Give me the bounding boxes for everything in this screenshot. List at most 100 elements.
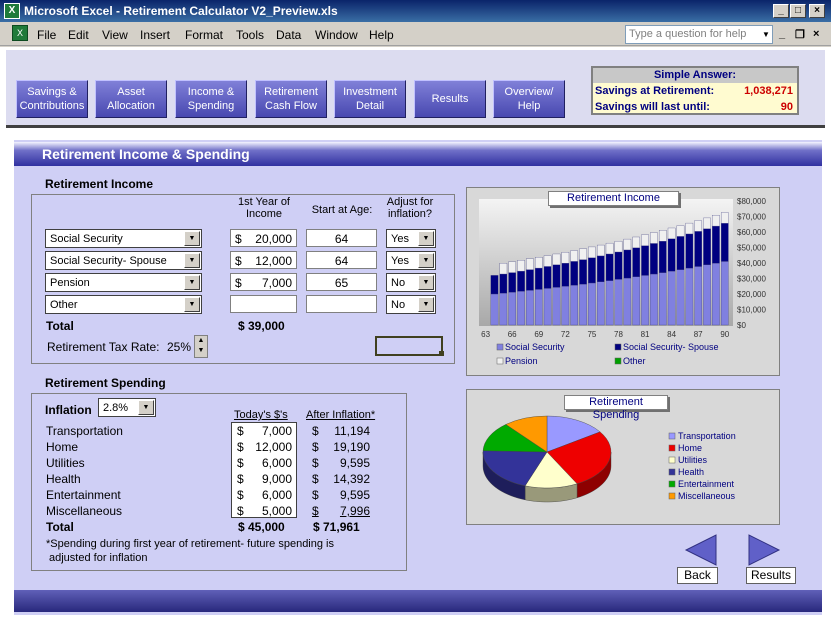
chevron-down-icon[interactable]: ▼ — [184, 275, 200, 290]
tax-rate-label: Retirement Tax Rate: — [47, 340, 160, 354]
chevron-down-icon[interactable]: ▼ — [418, 253, 434, 268]
income-source-select-2[interactable]: Social Security- Spouse — [45, 251, 202, 270]
income-source-select-1[interactable]: Social Security — [45, 229, 202, 248]
doc-close-button[interactable]: × — [813, 28, 819, 40]
income-age-3[interactable]: 65 — [306, 273, 377, 291]
bar-social-security-71 — [552, 287, 561, 326]
nav-investment-detail-button[interactable]: Investment Detail — [334, 80, 406, 118]
workbook-icon[interactable]: X — [12, 25, 28, 41]
menu-tools[interactable]: Tools — [236, 28, 264, 42]
chevron-down-icon[interactable]: ▼ — [184, 231, 200, 246]
bar-social-security-66 — [508, 292, 516, 326]
back-button[interactable]: Back — [677, 567, 718, 584]
legend-swatch — [668, 468, 676, 476]
chevron-down-icon[interactable]: ▼ — [138, 400, 154, 415]
chevron-down-icon[interactable]: ▼ — [760, 26, 772, 43]
selected-cell[interactable] — [375, 336, 443, 356]
spending-heading: Retirement Spending — [45, 376, 166, 390]
income-amount-3[interactable]: $7,000 — [230, 273, 297, 291]
nav-retirement-cash-flow-button[interactable]: Retirement Cash Flow — [255, 80, 327, 118]
bar-social-security-75 — [588, 282, 596, 326]
menu-insert[interactable]: Insert — [140, 28, 170, 42]
income-source-select-3[interactable]: Pension — [45, 273, 202, 292]
fill-handle[interactable] — [439, 351, 444, 356]
doc-minimize-button[interactable]: _ — [779, 28, 785, 40]
menu-help[interactable]: Help — [369, 28, 394, 42]
nav-overview-help-button[interactable]: Overview/Help — [493, 80, 565, 118]
chevron-down-icon[interactable]: ▼ — [184, 297, 200, 312]
chevron-down-icon[interactable]: ▼ — [418, 297, 434, 312]
currency-symbol: $ — [237, 472, 244, 486]
spending-total-label: Total — [46, 520, 74, 534]
nav-asset-allocation-button[interactable]: Asset Allocation — [95, 80, 167, 118]
legend-label: Home — [678, 443, 702, 453]
spending-chart-title: Retirement Spending — [564, 395, 668, 421]
help-search-input[interactable]: Type a question for help — [625, 25, 773, 44]
bar-pension-84 — [667, 227, 676, 239]
chevron-down-icon[interactable]: ▼ — [418, 231, 434, 246]
income-amount-2[interactable]: $12,000 — [230, 251, 297, 269]
menu-edit[interactable]: Edit — [68, 28, 89, 42]
bar-social-security-85 — [676, 269, 685, 326]
bar-social-security-spouse-87 — [694, 231, 702, 267]
income-amount-1[interactable]: $20,000 — [230, 229, 297, 247]
menu-window[interactable]: Window — [315, 28, 358, 42]
spending-note-1: *Spending during first year of retiremen… — [46, 538, 334, 550]
income-total-label: Total — [46, 319, 74, 333]
y-tick-label: $40,000 — [737, 259, 766, 268]
income-heading: Retirement Income — [45, 177, 154, 191]
spending-after-1: 11,194 — [334, 424, 370, 438]
menu-format[interactable]: Format — [185, 28, 223, 42]
forward-arrow-icon[interactable] — [747, 533, 781, 567]
spending-today-3[interactable]: 6,000 — [250, 456, 292, 470]
currency-symbol: $ — [312, 488, 319, 502]
spending-chart[interactable]: Transportation Home Utilities Health Enterta… — [466, 389, 780, 525]
menu-view[interactable]: View — [102, 28, 128, 42]
bar-social-security-64 — [490, 293, 499, 326]
spending-today-5[interactable]: 6,000 — [250, 488, 292, 502]
spending-name-6: Miscellaneous — [46, 504, 123, 518]
col-start-age: Start at Age: — [311, 204, 373, 216]
results-button[interactable]: Results — [746, 567, 796, 584]
nav-results-button[interactable]: Results — [414, 80, 486, 118]
minimize-button[interactable]: _ — [773, 4, 789, 18]
spending-after-2: 19,190 — [333, 440, 370, 454]
tax-rate-spinner[interactable]: ▲ ▼ — [194, 335, 208, 358]
legend-label: Health — [678, 467, 704, 477]
x-tick-label: 72 — [561, 330, 570, 339]
close-button[interactable]: × — [809, 4, 825, 18]
nav-income-spending-button[interactable]: Income & Spending — [175, 80, 247, 118]
savings-last-until-label: Savings will last until: — [595, 101, 710, 113]
bar-pension-75 — [588, 246, 596, 258]
legend-label: Social Security- Spouse — [623, 342, 719, 352]
income-age-4[interactable] — [306, 295, 377, 313]
bar-pension-80 — [632, 236, 640, 248]
bar-social-security-spouse-79 — [623, 249, 632, 279]
bar-social-security-spouse-81 — [641, 245, 649, 276]
bar-social-security-spouse-67 — [517, 270, 525, 292]
spending-today-2[interactable]: 12,000 — [250, 440, 292, 454]
income-source-select-4[interactable]: Other — [45, 295, 202, 314]
income-chart[interactable]: $0 $10,000 $20,000 $30,000 $40,000 $50,000 $60… — [466, 187, 780, 376]
bar-pension-76 — [596, 244, 605, 257]
income-age-1[interactable]: 64 — [306, 229, 377, 247]
back-arrow-icon[interactable] — [684, 533, 718, 567]
income-amount-4[interactable] — [230, 295, 297, 313]
legend-label: Pension — [505, 356, 538, 366]
doc-restore-button[interactable]: ❐ — [795, 28, 805, 41]
chevron-down-icon[interactable]: ▼ — [418, 275, 434, 290]
income-age-2[interactable]: 64 — [306, 251, 377, 269]
chevron-down-icon[interactable]: ▼ — [184, 253, 200, 268]
x-tick-label: 90 — [720, 330, 729, 339]
simple-answer-box: Simple Answer: Savings at Retirement: 1,… — [591, 66, 799, 115]
bar-social-security-spouse-75 — [588, 257, 596, 284]
menu-file[interactable]: File — [37, 28, 56, 42]
maximize-button[interactable]: □ — [790, 4, 806, 18]
spending-today-4[interactable]: 9,000 — [250, 472, 292, 486]
nav-savings-contributions-button[interactable]: Savings & Contributions — [16, 80, 88, 118]
bar-social-security-73 — [570, 285, 578, 326]
spending-today-1[interactable]: 7,000 — [250, 424, 292, 438]
spending-today-6[interactable]: 5,000 — [250, 504, 292, 518]
col-after-inflation: After Inflation* — [306, 409, 376, 421]
menu-data[interactable]: Data — [276, 28, 301, 42]
